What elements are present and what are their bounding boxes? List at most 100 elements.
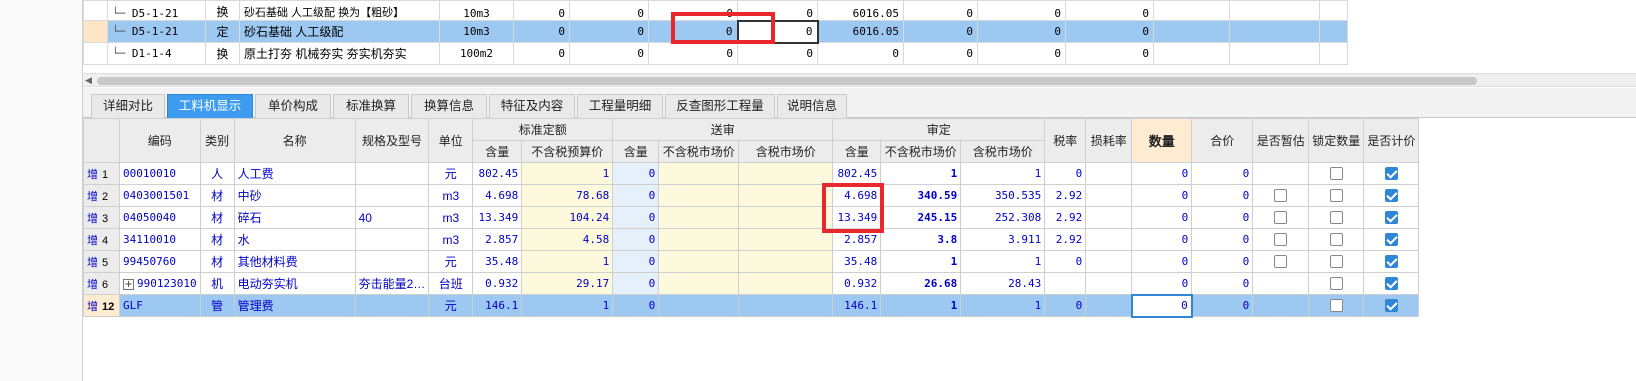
is-estimate-checkbox[interactable] [1274,189,1288,203]
is-estimate-checkbox[interactable] [1274,255,1288,269]
loss-rate[interactable] [1085,228,1133,251]
lock-qty-checkbox[interactable] [1329,299,1343,313]
tax-rate[interactable] [1044,272,1087,295]
tab-labor-material-machine[interactable]: 工料机显示 [167,94,253,118]
is-priced-checkbox[interactable] [1384,233,1398,247]
editing-cell[interactable]: 0 [736,19,819,44]
lock-qty-checkbox[interactable] [1329,167,1343,181]
approved-excl-tax-price[interactable]: 1 [880,250,962,273]
scroll-thumb[interactable] [97,77,1477,85]
lock-qty-checkbox[interactable] [1329,255,1343,269]
approved-content[interactable]: 13.349 [832,206,882,229]
sent-excl-tax-price[interactable] [658,272,740,295]
is-priced-checkbox[interactable] [1384,211,1398,225]
tax-rate[interactable]: 0 [1044,250,1087,273]
loss-rate[interactable] [1085,294,1133,317]
approved-incl-tax-price[interactable]: 1 [960,294,1046,317]
approved-content[interactable]: 2.857 [832,228,882,251]
approved-content[interactable]: 0.932 [832,272,882,295]
approved-content[interactable]: 35.48 [832,250,882,273]
is-estimate-checkbox[interactable] [1274,211,1288,225]
sent-incl-tax-price[interactable] [738,228,834,251]
lock-qty-checkbox[interactable] [1329,233,1343,247]
approved-excl-tax-price[interactable]: 26.68 [880,272,962,295]
expand-icon[interactable]: + [123,279,134,290]
resource-row[interactable]: 增 4 34110010 材水 m3 2.857 4.58 0 2.857 3.8 3.911 2.9… [83,228,1420,251]
loss-rate[interactable] [1085,272,1133,295]
is-priced-checkbox[interactable] [1384,299,1398,313]
quantity-cell[interactable]: 0 [1131,206,1193,229]
sent-content[interactable]: 0 [612,228,660,251]
sent-excl-tax-price[interactable] [658,228,740,251]
sent-excl-tax-price[interactable] [658,206,740,229]
approved-excl-tax-price[interactable]: 1 [880,294,962,317]
approved-excl-tax-price[interactable]: 245.15 [880,206,962,229]
lock-qty-checkbox[interactable] [1329,211,1343,225]
sent-incl-tax-price[interactable] [738,206,834,229]
sent-incl-tax-price[interactable] [738,250,834,273]
tab-conversion-info[interactable]: 换算信息 [411,94,487,118]
quantity-cell[interactable]: 0 [1131,272,1193,295]
tax-rate[interactable]: 0 [1044,162,1087,185]
top-row[interactable]: └─ D5-1-21 换 砂石基础 人工级配 换为【粗砂】 10m3 0 0 0… [83,0,1348,21]
loss-rate[interactable] [1085,184,1133,207]
approved-content[interactable]: 146.1 [832,294,882,317]
tab-quantity-detail[interactable]: 工程量明细 [577,94,663,118]
approved-excl-tax-price[interactable]: 3.8 [880,228,962,251]
sent-incl-tax-price[interactable] [738,162,834,185]
sent-incl-tax-price[interactable] [738,184,834,207]
tax-rate[interactable]: 2.92 [1044,228,1087,251]
tax-rate[interactable]: 2.92 [1044,184,1087,207]
row-add-tag[interactable]: 增 [87,279,98,291]
row-add-tag[interactable]: 增 [87,191,98,203]
quantity-cell[interactable]: 0 [1131,250,1193,273]
row-add-tag[interactable]: 增 [87,257,98,269]
sent-content[interactable]: 0 [612,184,660,207]
tab-description[interactable]: 说明信息 [777,94,847,118]
is-priced-checkbox[interactable] [1384,277,1398,291]
quantity-cell[interactable]: 0 [1131,162,1193,185]
tax-rate[interactable]: 0 [1044,294,1087,317]
sent-excl-tax-price[interactable] [658,294,740,317]
lock-qty-checkbox[interactable] [1329,189,1343,203]
loss-rate[interactable] [1085,206,1133,229]
tab-reverse-graphic-quantity[interactable]: 反查图形工程量 [665,94,775,118]
approved-incl-tax-price[interactable]: 3.911 [960,228,1046,251]
sent-content[interactable]: 0 [612,250,660,273]
is-priced-checkbox[interactable] [1384,255,1398,269]
quantity-cell[interactable]: 0 [1130,293,1193,318]
sent-content[interactable]: 0 [612,272,660,295]
approved-excl-tax-price[interactable]: 1 [880,162,962,185]
approved-incl-tax-price[interactable]: 28.43 [960,272,1046,295]
is-estimate-checkbox[interactable] [1274,233,1288,247]
approved-incl-tax-price[interactable]: 1 [960,250,1046,273]
approved-excl-tax-price[interactable]: 340.59 [880,184,962,207]
top-row[interactable]: └─ D1-1-4 换 原土打夯 机械夯实 夯实机夯实 100m2 0 0 0 … [83,42,1348,65]
approved-incl-tax-price[interactable]: 252.308 [960,206,1046,229]
sent-incl-tax-price[interactable] [738,272,834,295]
horizontal-scrollbar[interactable]: ◀ [83,73,1636,87]
approved-content[interactable]: 802.45 [832,162,882,185]
top-row-selected[interactable]: └─ D5-1-21 定 砂石基础 人工级配 10m3 0 0 0 0 6016… [83,19,1348,44]
resource-row[interactable]: 增 12 GLF 管管理费元 146.1 1 0 146.1 1 1 0 0 0 [83,293,1420,318]
row-add-tag[interactable]: 增 [87,169,98,181]
row-add-tag[interactable]: 增 [87,301,98,313]
resource-row[interactable]: 增 5 99450760 材其他材料费元 35.48 1 0 35.48 1 1 0 0 0 [83,250,1420,273]
is-priced-checkbox[interactable] [1384,189,1398,203]
sent-excl-tax-price[interactable] [658,250,740,273]
approved-incl-tax-price[interactable]: 350.535 [960,184,1046,207]
tab-standard-conversion[interactable]: 标准换算 [333,94,409,118]
resource-row[interactable]: 增 1 00010010 人人工费元 802.45 1 0 802.45 1 1 0 0 0 [83,162,1420,185]
approved-content[interactable]: 4.698 [832,184,882,207]
resource-row[interactable]: 增 6 +990123010 机电动夯实机 夯击能量2… 台班 0.932 29.17 0 0.9… [83,272,1420,295]
row-add-tag[interactable]: 增 [87,235,98,247]
sent-content[interactable]: 0 [612,294,660,317]
tab-detail-compare[interactable]: 详细对比 [91,94,165,118]
loss-rate[interactable] [1085,250,1133,273]
is-priced-checkbox[interactable] [1384,167,1398,181]
resource-row[interactable]: 增 2 0403001501 材中砂 m3 4.698 78.68 0 4.698 340.59 3… [83,184,1420,207]
row-add-tag[interactable]: 增 [87,213,98,225]
lock-qty-checkbox[interactable] [1329,277,1343,291]
sent-content[interactable]: 0 [612,206,660,229]
approved-incl-tax-price[interactable]: 1 [960,162,1046,185]
